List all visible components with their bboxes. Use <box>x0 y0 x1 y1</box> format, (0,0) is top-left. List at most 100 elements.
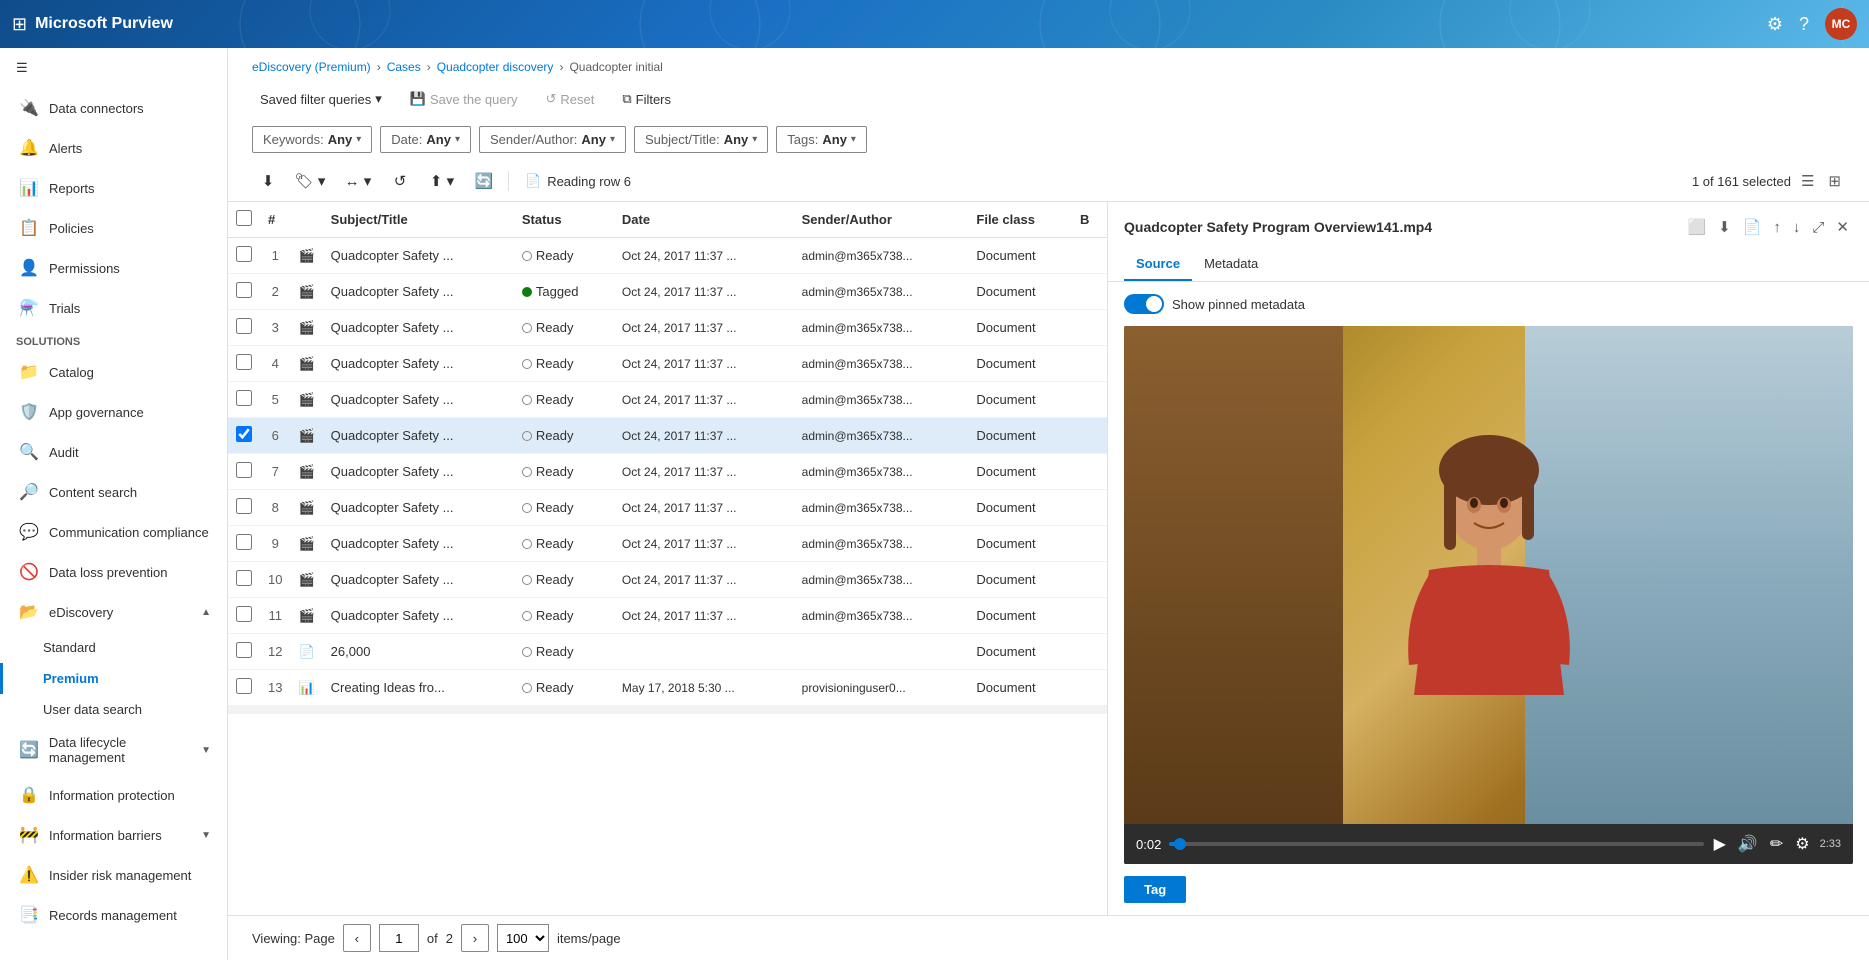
row-title[interactable]: Creating Ideas fro... <box>323 670 514 706</box>
reset-button[interactable]: ↺ Reset <box>537 86 602 112</box>
save-query-button[interactable]: 💾 Save the query <box>402 86 526 112</box>
row-checkbox[interactable] <box>236 318 252 334</box>
preview-down-btn[interactable]: ↓ <box>1789 214 1805 240</box>
saved-filter-queries-button[interactable]: Saved filter queries ▾ <box>252 86 390 112</box>
sender-filter[interactable]: Sender/Author: Any ▾ <box>479 126 626 153</box>
user-avatar[interactable]: MC <box>1825 8 1857 40</box>
sidebar-item-policies[interactable]: 📋 Policies <box>0 208 227 248</box>
table-row[interactable]: 10 🎬 Quadcopter Safety ... Ready Oct 24,… <box>228 562 1107 598</box>
row-checkbox[interactable] <box>236 426 252 442</box>
horizontal-scrollbar[interactable] <box>228 706 1107 714</box>
row-title[interactable]: Quadcopter Safety ... <box>323 274 514 310</box>
row-checkbox[interactable] <box>236 678 252 694</box>
video-volume-btn[interactable]: 🔊 <box>1736 832 1760 856</box>
sidebar-item-data-connectors[interactable]: 🔌 Data connectors <box>0 88 227 128</box>
row-checkbox[interactable] <box>236 642 252 658</box>
sidebar-item-info-protection[interactable]: 🔒 Information protection <box>0 775 227 815</box>
row-checkbox[interactable] <box>236 498 252 514</box>
preview-expand-btn[interactable]: ⤢ <box>1808 214 1828 240</box>
download-icon-btn[interactable]: ⬇ <box>252 165 284 197</box>
row-checkbox[interactable] <box>236 282 252 298</box>
preview-file-btn[interactable]: 📄 <box>1739 214 1766 240</box>
sidebar-item-ediscovery[interactable]: 📂 eDiscovery ▲ <box>0 592 227 632</box>
preview-close-btn[interactable]: ✕ <box>1832 214 1853 240</box>
sidebar-item-catalog[interactable]: 📁 Catalog <box>0 352 227 392</box>
table-row[interactable]: 4 🎬 Quadcopter Safety ... Ready Oct 24, … <box>228 346 1107 382</box>
breadcrumb-cases[interactable]: Cases <box>387 60 421 74</box>
row-title[interactable]: Quadcopter Safety ... <box>323 238 514 274</box>
video-annotation-btn[interactable]: ✏ <box>1768 832 1785 856</box>
prev-page-btn[interactable]: ‹ <box>343 924 371 952</box>
help-icon[interactable]: ? <box>1799 14 1809 35</box>
review-action-btn[interactable]: ↺ <box>384 165 416 197</box>
sidebar-item-app-governance[interactable]: 🛡️ App governance <box>0 392 227 432</box>
sidebar-item-data-loss[interactable]: 🚫 Data loss prevention <box>0 552 227 592</box>
table-row[interactable]: 3 🎬 Quadcopter Safety ... Ready Oct 24, … <box>228 310 1107 346</box>
col-subject-title[interactable]: Subject/Title <box>323 202 514 238</box>
video-settings-btn[interactable]: ⚙ <box>1793 832 1811 856</box>
sidebar-item-permissions[interactable]: 👤 Permissions <box>0 248 227 288</box>
grid-view-btn[interactable]: ⊞ <box>1824 168 1845 194</box>
table-row[interactable]: 13 📊 Creating Ideas fro... Ready May 17,… <box>228 670 1107 706</box>
refresh-action-btn[interactable]: 🔄 <box>468 165 500 197</box>
row-title[interactable]: Quadcopter Safety ... <box>323 526 514 562</box>
hamburger-menu[interactable]: ☰ <box>0 48 227 88</box>
tag-document-button[interactable]: Tag <box>1124 876 1186 903</box>
col-status[interactable]: Status <box>514 202 614 238</box>
view-toggle-btn[interactable]: ☰ <box>1797 168 1818 194</box>
pinned-metadata-switch[interactable] <box>1124 294 1164 314</box>
table-row[interactable]: 2 🎬 Quadcopter Safety ... Tagged Oct 24,… <box>228 274 1107 310</box>
tag-action-btn[interactable]: 🏷 ▾ <box>288 165 332 197</box>
sidebar-item-premium[interactable]: Premium <box>0 663 227 694</box>
sidebar-item-insider-risk[interactable]: ⚠️ Insider risk management <box>0 855 227 895</box>
sidebar-item-content-search[interactable]: 🔎 Content search <box>0 472 227 512</box>
row-checkbox[interactable] <box>236 354 252 370</box>
table-row[interactable]: 7 🎬 Quadcopter Safety ... Ready Oct 24, … <box>228 454 1107 490</box>
row-checkbox[interactable] <box>236 246 252 262</box>
select-all-checkbox[interactable] <box>236 210 252 226</box>
row-checkbox[interactable] <box>236 390 252 406</box>
breadcrumb-quadcopter-discovery[interactable]: Quadcopter discovery <box>437 60 554 74</box>
row-title[interactable]: Quadcopter Safety ... <box>323 418 514 454</box>
sidebar-item-data-lifecycle[interactable]: 🔄 Data lifecycle management ▼ <box>0 725 227 775</box>
preview-up-btn[interactable]: ↑ <box>1769 214 1785 240</box>
sidebar-item-standard[interactable]: Standard <box>0 632 227 663</box>
settings-icon[interactable]: ⚙ <box>1767 14 1783 35</box>
items-per-page-select[interactable]: 100 50 200 <box>497 924 549 952</box>
row-title[interactable]: Quadcopter Safety ... <box>323 346 514 382</box>
preview-download-btn[interactable]: ⬇ <box>1714 214 1735 240</box>
tab-metadata[interactable]: Metadata <box>1192 248 1270 281</box>
row-title[interactable]: Quadcopter Safety ... <box>323 310 514 346</box>
col-date[interactable]: Date <box>614 202 794 238</box>
row-title[interactable]: Quadcopter Safety ... <box>323 382 514 418</box>
table-row[interactable]: 6 🎬 Quadcopter Safety ... Ready Oct 24, … <box>228 418 1107 454</box>
row-checkbox[interactable] <box>236 462 252 478</box>
export-action-btn[interactable]: ⬆ ▾ <box>420 165 464 197</box>
row-checkbox[interactable] <box>236 534 252 550</box>
table-row[interactable]: 11 🎬 Quadcopter Safety ... Ready Oct 24,… <box>228 598 1107 634</box>
sidebar-item-records[interactable]: 📑 Records management <box>0 895 227 935</box>
subject-filter[interactable]: Subject/Title: Any ▾ <box>634 126 768 153</box>
row-checkbox[interactable] <box>236 570 252 586</box>
date-filter[interactable]: Date: Any ▾ <box>380 126 471 153</box>
breadcrumb-ediscovery[interactable]: eDiscovery (Premium) <box>252 60 371 74</box>
table-row[interactable]: 1 🎬 Quadcopter Safety ... Ready Oct 24, … <box>228 238 1107 274</box>
col-sender[interactable]: Sender/Author <box>794 202 969 238</box>
video-play-btn[interactable]: ▶ <box>1712 832 1728 856</box>
tags-filter[interactable]: Tags: Any ▾ <box>776 126 867 153</box>
row-title[interactable]: Quadcopter Safety ... <box>323 454 514 490</box>
arrow-action-btn[interactable]: ↔ ▾ <box>336 165 380 197</box>
row-title[interactable]: 26,000 <box>323 634 514 670</box>
row-title[interactable]: Quadcopter Safety ... <box>323 490 514 526</box>
tab-source[interactable]: Source <box>1124 248 1192 281</box>
table-row[interactable]: 9 🎬 Quadcopter Safety ... Ready Oct 24, … <box>228 526 1107 562</box>
sidebar-item-reports[interactable]: 📊 Reports <box>0 168 227 208</box>
row-checkbox[interactable] <box>236 606 252 622</box>
next-page-btn[interactable]: › <box>461 924 489 952</box>
sidebar-item-audit[interactable]: 🔍 Audit <box>0 432 227 472</box>
current-page-input[interactable] <box>379 924 419 952</box>
filters-button[interactable]: ⧉ Filters <box>614 86 679 112</box>
table-row[interactable]: 5 🎬 Quadcopter Safety ... Ready Oct 24, … <box>228 382 1107 418</box>
table-row[interactable]: 12 📄 26,000 Ready Document <box>228 634 1107 670</box>
col-fileclass[interactable]: File class <box>968 202 1072 238</box>
